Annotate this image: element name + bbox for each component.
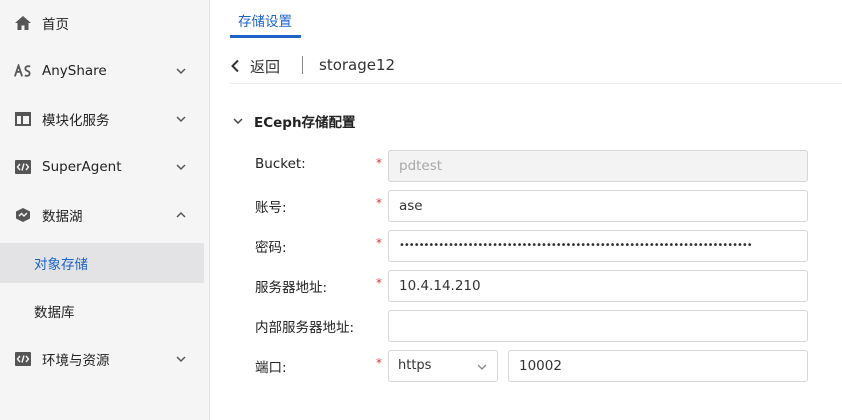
- field-label: 端口:: [255, 360, 287, 376]
- sidebar-item-label: 环境与资源: [42, 353, 110, 369]
- required-mark: *: [376, 156, 382, 170]
- tab-bar: 存储设置: [210, 0, 842, 38]
- divider: [302, 56, 303, 74]
- home-icon: [14, 15, 32, 31]
- field-label: 内部服务器地址:: [255, 320, 355, 336]
- page-header: 返回 storage12: [230, 48, 842, 84]
- sidebar-item-object-storage[interactable]: 对象存储: [0, 243, 204, 283]
- section-toggle[interactable]: ECeph存储配置: [232, 110, 356, 132]
- form-row-internal-server: 内部服务器地址:: [255, 310, 815, 342]
- anyshare-logo-icon: [14, 63, 32, 79]
- breadcrumb: storage12: [319, 56, 396, 74]
- section-title: ECeph存储配置: [254, 115, 356, 131]
- account-input[interactable]: [388, 190, 808, 222]
- sidebar-item-label: 对象存储: [34, 257, 88, 273]
- active-tab-indicator: [230, 35, 301, 38]
- chevron-left-icon: [231, 59, 239, 73]
- sidebar: 首页 AnyShare 模块化服务 SuperAgent 数据湖 对象存储 数据…: [0, 0, 210, 420]
- required-mark: *: [376, 356, 382, 370]
- sidebar-item-label: 首页: [42, 17, 69, 33]
- password-input[interactable]: ••••••••••••••••••••••••••••••••••••••••…: [388, 230, 808, 262]
- chevron-down-icon: [176, 68, 186, 75]
- required-mark: *: [376, 276, 382, 290]
- server-address-input[interactable]: [388, 270, 808, 302]
- sidebar-item-label: 数据湖: [42, 209, 83, 225]
- sidebar-item-environment-resources[interactable]: 环境与资源: [0, 339, 204, 379]
- sidebar-item-superagent[interactable]: SuperAgent: [0, 147, 204, 187]
- form-row-port: 端口: * https: [255, 350, 815, 382]
- chevron-down-icon: [176, 164, 186, 171]
- sidebar-item-modular-services[interactable]: 模块化服务: [0, 99, 204, 139]
- form-row-bucket: Bucket: *: [255, 150, 815, 182]
- protocol-value: https: [398, 358, 432, 373]
- layout-icon: [14, 111, 32, 127]
- data-lake-icon: [14, 207, 32, 223]
- field-label: 密码:: [255, 240, 287, 256]
- required-mark: *: [376, 196, 382, 210]
- chevron-down-icon: [176, 356, 186, 363]
- required-mark: *: [376, 236, 382, 250]
- internal-server-address-input[interactable]: [388, 310, 808, 342]
- back-label: 返回: [250, 57, 281, 76]
- port-input[interactable]: [508, 350, 808, 382]
- tab-storage-settings[interactable]: 存储设置: [230, 10, 300, 38]
- main-content: 存储设置 返回 storage12 ECeph存储配置 Bucket: * 账号…: [210, 0, 842, 420]
- sidebar-item-label: SuperAgent: [42, 159, 122, 175]
- sidebar-item-database[interactable]: 数据库: [0, 291, 204, 331]
- field-label: 服务器地址:: [255, 280, 328, 296]
- sidebar-item-label: 模块化服务: [42, 113, 110, 129]
- back-button[interactable]: 返回: [230, 54, 280, 78]
- form-row-server: 服务器地址: *: [255, 270, 815, 302]
- code-icon: [14, 159, 32, 175]
- chevron-up-icon: [176, 211, 186, 218]
- sidebar-item-home[interactable]: 首页: [0, 3, 204, 43]
- sidebar-item-label: AnyShare: [42, 63, 107, 79]
- field-label: Bucket:: [255, 156, 306, 172]
- sidebar-item-label: 数据库: [34, 305, 75, 321]
- form-row-password: 密码: * ••••••••••••••••••••••••••••••••••…: [255, 230, 815, 262]
- sidebar-item-data-lake[interactable]: 数据湖: [0, 195, 204, 235]
- chevron-down-icon: [176, 116, 186, 123]
- form-row-account: 账号: *: [255, 190, 815, 222]
- sidebar-item-anyshare[interactable]: AnyShare: [0, 51, 204, 91]
- code-icon: [14, 351, 32, 367]
- protocol-select[interactable]: https: [388, 350, 498, 382]
- chevron-down-icon: [233, 118, 243, 125]
- chevron-down-icon: [477, 364, 487, 370]
- bucket-input: [388, 150, 808, 182]
- field-label: 账号:: [255, 200, 287, 216]
